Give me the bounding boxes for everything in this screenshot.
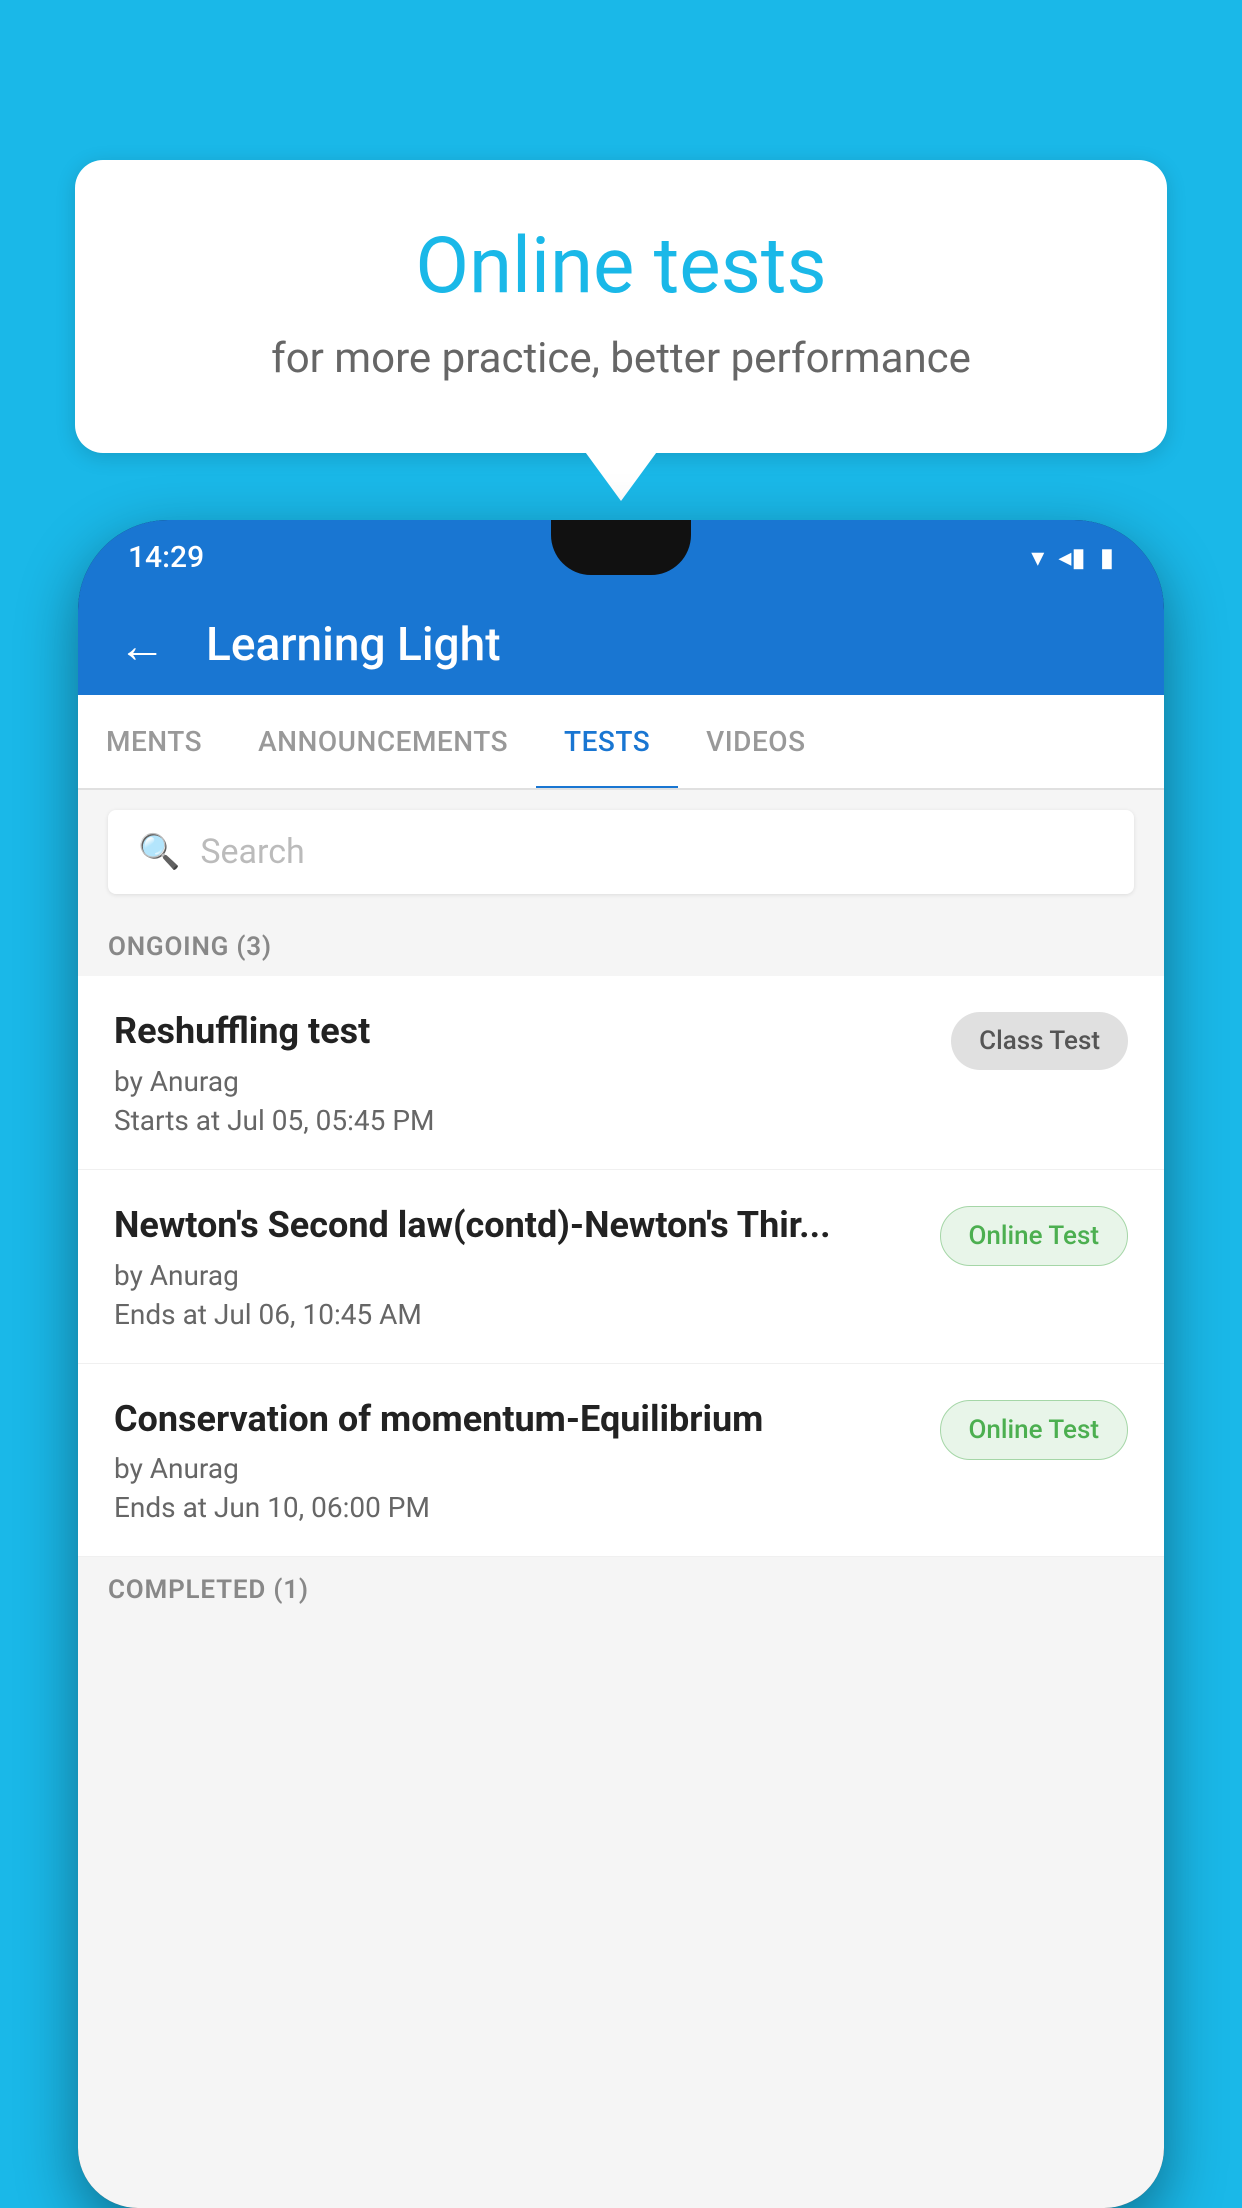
search-container: 🔍 Search xyxy=(78,790,1164,914)
phone-frame: 14:29 ▾ ◂▮ ▮ ← Learning Light MENTS ANNO… xyxy=(78,520,1164,2208)
test-info-newtons: Newton's Second law(contd)-Newton's Thir… xyxy=(114,1202,920,1331)
tabs-bar: MENTS ANNOUNCEMENTS TESTS VIDEOS xyxy=(78,695,1164,790)
back-button[interactable]: ← xyxy=(118,617,166,674)
test-badge-conservation: Online Test xyxy=(940,1400,1129,1460)
test-title-reshuffling: Reshuffling test xyxy=(114,1008,931,1055)
test-title-newtons: Newton's Second law(contd)-Newton's Thir… xyxy=(114,1202,920,1249)
test-badge-newtons: Online Test xyxy=(940,1206,1129,1266)
test-author-conservation: by Anurag xyxy=(114,1452,920,1485)
ongoing-section-header: ONGOING (3) xyxy=(78,914,1164,976)
tab-videos[interactable]: VIDEOS xyxy=(678,695,833,788)
completed-section-header: COMPLETED (1) xyxy=(78,1557,1164,1619)
test-date-reshuffling: Starts at Jul 05, 05:45 PM xyxy=(114,1104,931,1137)
app-title: Learning Light xyxy=(206,618,501,672)
test-title-conservation: Conservation of momentum-Equilibrium xyxy=(114,1396,920,1443)
test-badge-reshuffling: Class Test xyxy=(951,1012,1128,1070)
test-item-conservation[interactable]: Conservation of momentum-Equilibrium by … xyxy=(78,1364,1164,1558)
tab-ments[interactable]: MENTS xyxy=(78,695,230,788)
app-bar: ← Learning Light xyxy=(78,595,1164,695)
test-date-conservation: Ends at Jun 10, 06:00 PM xyxy=(114,1491,920,1524)
test-info-conservation: Conservation of momentum-Equilibrium by … xyxy=(114,1396,920,1525)
battery-icon: ▮ xyxy=(1100,543,1114,573)
bubble-title: Online tests xyxy=(155,220,1087,314)
tab-tests[interactable]: TESTS xyxy=(536,695,678,788)
wifi-icon: ▾ xyxy=(1031,543,1044,573)
status-bar: 14:29 ▾ ◂▮ ▮ xyxy=(78,520,1164,595)
status-icons: ▾ ◂▮ ▮ xyxy=(1031,543,1114,573)
search-bar[interactable]: 🔍 Search xyxy=(108,810,1134,894)
test-info-reshuffling: Reshuffling test by Anurag Starts at Jul… xyxy=(114,1008,931,1137)
status-time: 14:29 xyxy=(128,540,204,575)
search-icon: 🔍 xyxy=(138,832,180,872)
signal-icon: ◂▮ xyxy=(1058,543,1085,573)
speech-bubble: Online tests for more practice, better p… xyxy=(75,160,1167,453)
phone-content: 🔍 Search ONGOING (3) Reshuffling test by… xyxy=(78,790,1164,2208)
test-item-reshuffling[interactable]: Reshuffling test by Anurag Starts at Jul… xyxy=(78,976,1164,1170)
notch xyxy=(551,520,691,575)
test-date-newtons: Ends at Jul 06, 10:45 AM xyxy=(114,1298,920,1331)
bubble-subtitle: for more practice, better performance xyxy=(155,334,1087,383)
search-input-placeholder[interactable]: Search xyxy=(200,832,304,872)
test-author-newtons: by Anurag xyxy=(114,1259,920,1292)
tab-announcements[interactable]: ANNOUNCEMENTS xyxy=(230,695,536,788)
test-item-newtons[interactable]: Newton's Second law(contd)-Newton's Thir… xyxy=(78,1170,1164,1364)
test-author-reshuffling: by Anurag xyxy=(114,1065,931,1098)
